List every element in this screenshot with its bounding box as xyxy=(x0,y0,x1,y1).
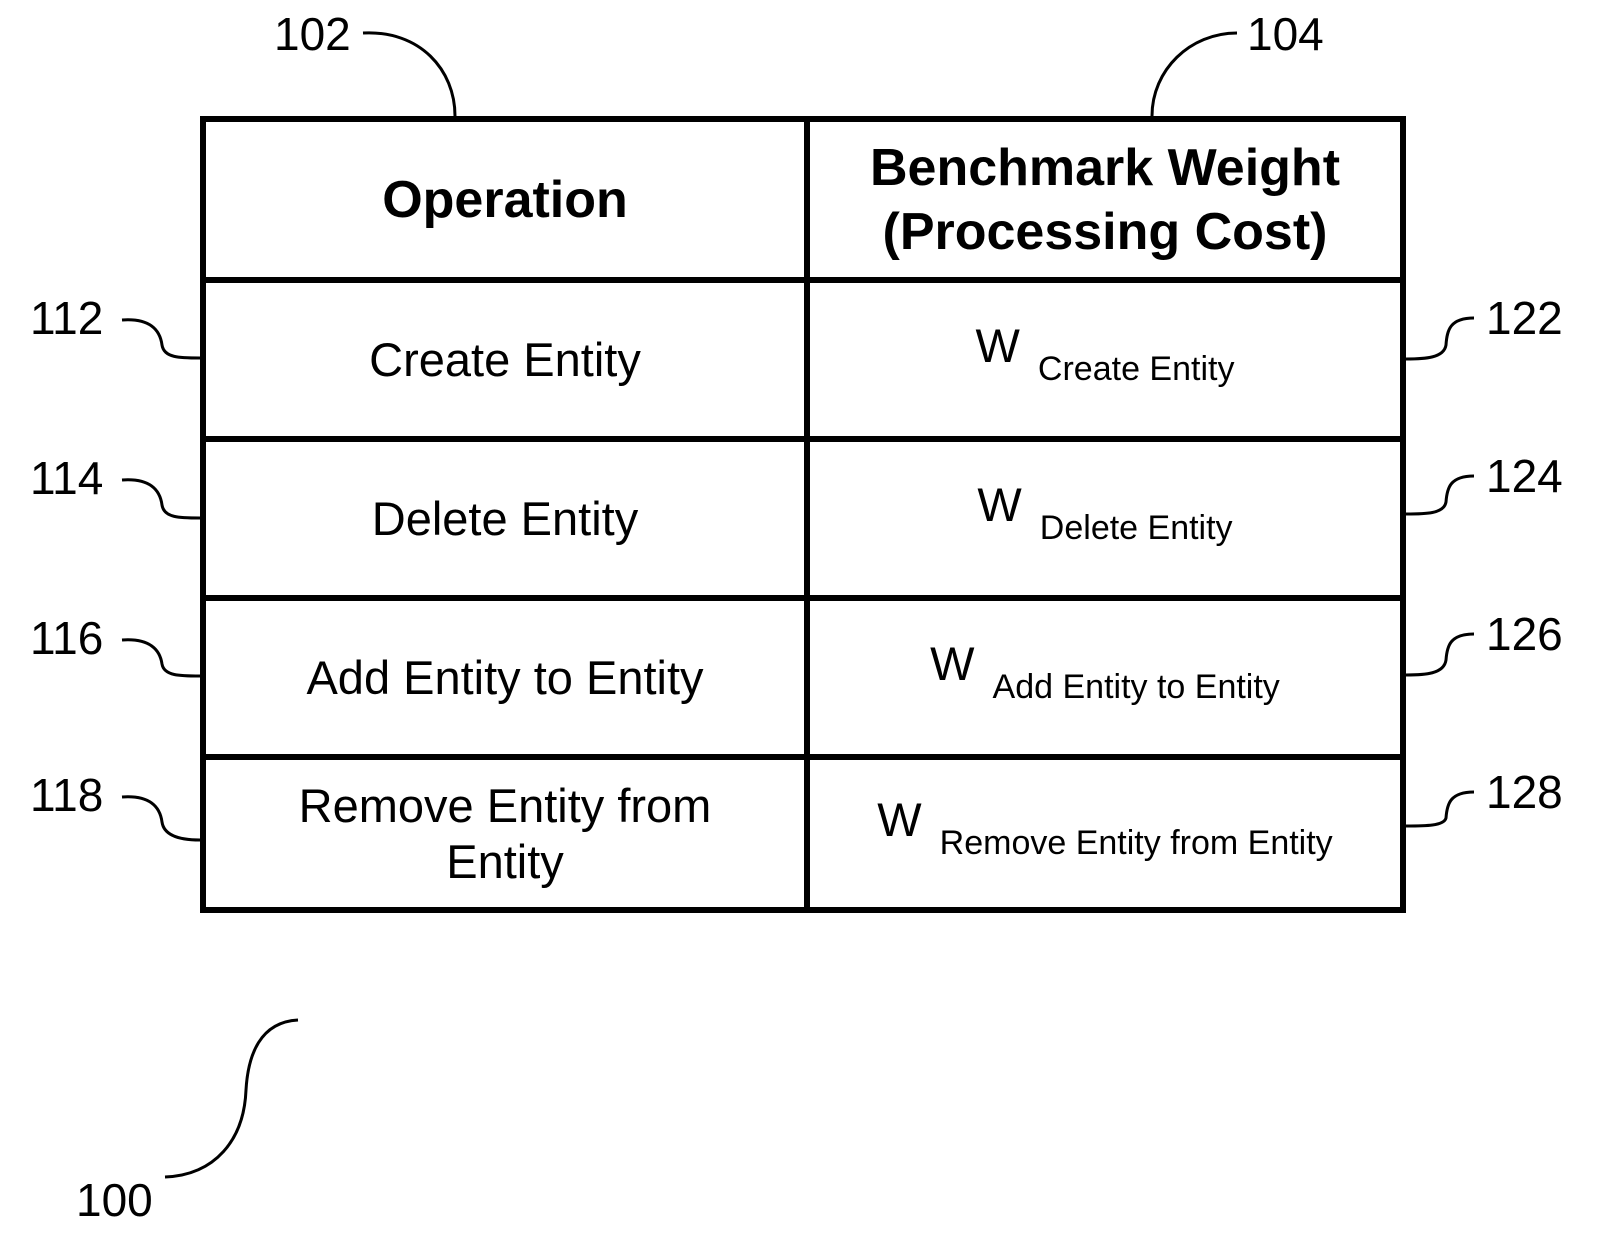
header-weight-line1: Benchmark Weight xyxy=(869,138,1341,197)
header-weight: Benchmark Weight (Processing Cost) xyxy=(870,136,1340,264)
leader-116 xyxy=(121,638,201,678)
header-operation: Operation xyxy=(382,170,628,229)
weight-subscript: Remove Entity from Entity xyxy=(939,824,1333,862)
weight-cell: W Create Entity xyxy=(810,283,1400,436)
weight-subscript: Delete Entity xyxy=(1039,509,1233,547)
operation-cell: Add Entity to Entity xyxy=(206,601,810,754)
operation-cell: Delete Entity xyxy=(206,442,810,595)
operation-text: Delete Entity xyxy=(371,491,639,545)
ref-124: 124 xyxy=(1486,450,1563,502)
weight-symbol: W xyxy=(877,793,922,846)
weight-cell: W Add Entity to Entity xyxy=(810,601,1400,754)
operation-text: Remove Entity from Entity xyxy=(299,778,712,890)
operation-text-line1: Remove Entity from xyxy=(298,778,712,832)
ref-122: 122 xyxy=(1486,292,1563,344)
ref-114: 114 xyxy=(30,452,104,504)
weight-cell: W Delete Entity xyxy=(810,442,1400,595)
operation-text: Add Entity to Entity xyxy=(306,650,704,704)
operation-text: Create Entity xyxy=(369,332,641,386)
leader-122 xyxy=(1405,316,1475,361)
operation-cell: Create Entity xyxy=(206,283,810,436)
leader-126 xyxy=(1405,632,1475,677)
ref-128: 128 xyxy=(1486,766,1563,818)
header-weight-line2: (Processing Cost) xyxy=(882,202,1328,261)
table-row: Add Entity to Entity W Add Entity to Enti… xyxy=(206,595,1400,754)
leader-124 xyxy=(1405,474,1475,516)
leader-104 xyxy=(1150,31,1238,117)
operation-cell: Remove Entity from Entity xyxy=(206,760,810,907)
weight-symbol: W xyxy=(975,319,1020,372)
ref-100: 100 xyxy=(76,1174,153,1226)
leader-118 xyxy=(121,795,201,842)
leader-100 xyxy=(164,1018,299,1179)
header-operation-cell: Operation xyxy=(206,122,810,277)
leader-102 xyxy=(362,31,457,117)
weight-symbol: W xyxy=(930,637,975,690)
ref-112: 112 xyxy=(30,292,104,344)
ref-116: 116 xyxy=(30,612,104,664)
leader-112 xyxy=(121,318,201,360)
table-row: Remove Entity from Entity W Remove Entity… xyxy=(206,754,1400,907)
table-row: Delete Entity W Delete Entity xyxy=(206,436,1400,595)
ref-118: 118 xyxy=(30,769,104,821)
header-weight-cell: Benchmark Weight (Processing Cost) xyxy=(810,122,1400,277)
operation-text-line2: Entity xyxy=(446,834,564,888)
weight-subscript: Add Entity to Entity xyxy=(992,668,1280,706)
ref-126: 126 xyxy=(1486,608,1563,660)
weight-subscript: Create Entity xyxy=(1037,350,1235,388)
benchmark-weight-table: Operation Benchmark Weight (Processing C… xyxy=(200,116,1406,913)
ref-104: 104 xyxy=(1247,8,1324,60)
leader-114 xyxy=(121,478,201,520)
leader-128 xyxy=(1405,790,1475,828)
ref-102: 102 xyxy=(274,8,351,60)
weight-cell: W Remove Entity from Entity xyxy=(810,760,1400,907)
table-row: Create Entity W Create Entity xyxy=(206,277,1400,436)
header-row: Operation Benchmark Weight (Processing C… xyxy=(206,122,1400,277)
weight-symbol: W xyxy=(977,478,1022,531)
